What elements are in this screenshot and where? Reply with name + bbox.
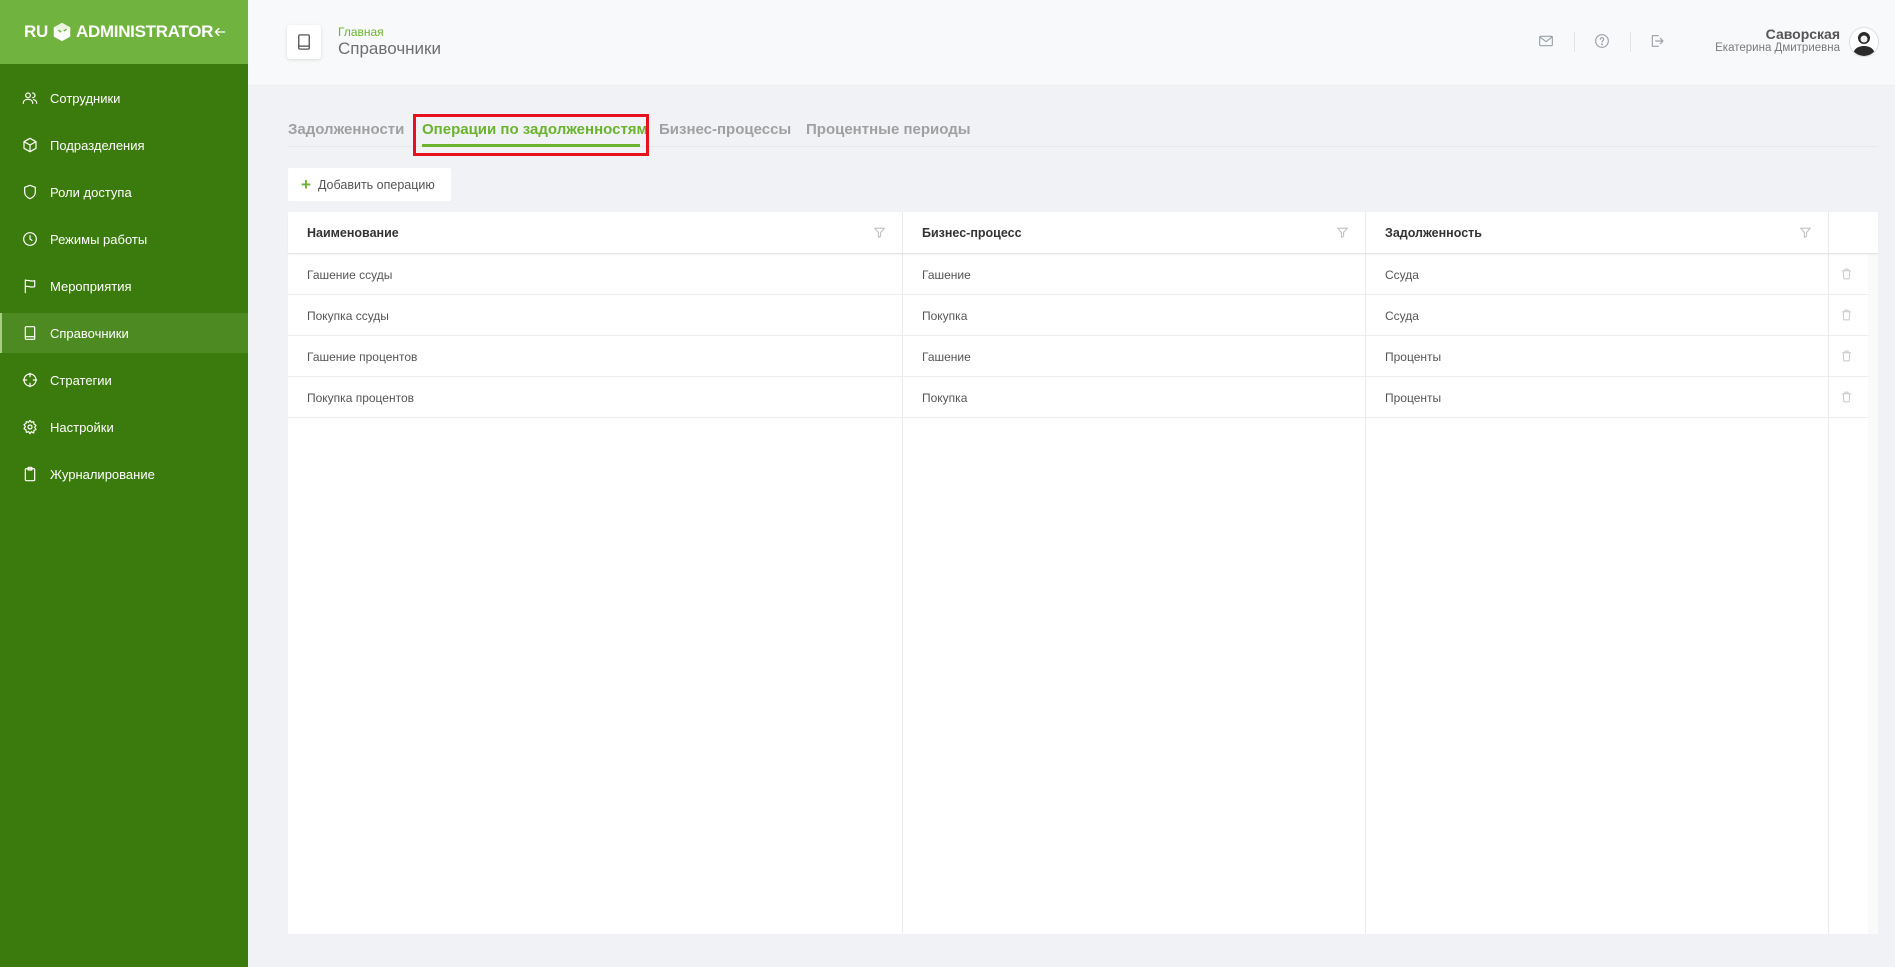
tab-interest-periods[interactable]: Процентные периоды — [806, 121, 971, 138]
sidebar-item-employees[interactable]: Сотрудники — [0, 78, 248, 118]
cell-business-process: Гашение — [922, 350, 971, 364]
help-icon[interactable] — [1594, 33, 1610, 49]
cell-debt: Проценты — [1385, 350, 1442, 364]
filter-icon[interactable] — [873, 226, 886, 239]
column-header-debt[interactable]: Задолженность — [1385, 226, 1482, 240]
gear-icon — [21, 418, 39, 436]
clipboard-icon — [21, 465, 39, 483]
logout-icon[interactable] — [1649, 33, 1665, 49]
sidebar-item-logging[interactable]: Журналирование — [0, 454, 248, 494]
box-icon — [21, 136, 39, 154]
sidebar-menu: Сотрудники Подразделения Роли доступа Ре… — [0, 64, 248, 494]
sidebar: RU ADMINISTRATOR Сотрудники Подразделени… — [0, 0, 248, 967]
cell-business-process: Покупка — [922, 391, 968, 405]
user-avatar-icon — [1850, 28, 1878, 56]
crosshair-icon — [21, 371, 39, 389]
arrow-left-icon — [214, 27, 226, 37]
cell-name: Гашение ссуды — [307, 268, 393, 282]
cell-name: Гашение процентов — [307, 350, 418, 364]
sidebar-item-settings[interactable]: Настройки — [0, 407, 248, 447]
book-icon — [21, 324, 39, 342]
users-icon — [21, 89, 39, 107]
highlight-box — [413, 114, 649, 156]
logo-cube-icon — [53, 22, 71, 42]
cell-name: Покупка процентов — [307, 391, 414, 405]
tab-business-processes[interactable]: Бизнес-процессы — [659, 121, 791, 138]
sidebar-item-label: Роли доступа — [50, 184, 132, 200]
sidebar-item-references[interactable]: Справочники — [0, 313, 248, 353]
filter-icon[interactable] — [1336, 226, 1349, 239]
delete-icon[interactable] — [1840, 267, 1853, 281]
table-row[interactable]: Гашение ссуды Гашение Ссуда — [288, 254, 1868, 295]
flag-icon — [21, 277, 39, 295]
column-header-name[interactable]: Наименование — [307, 226, 399, 240]
column-header-business-process[interactable]: Бизнес-процесс — [922, 226, 1022, 240]
sidebar-item-work-modes[interactable]: Режимы работы — [0, 219, 248, 259]
delete-icon[interactable] — [1840, 390, 1853, 404]
cell-debt: Проценты — [1385, 391, 1442, 405]
sidebar-item-label: Настройки — [50, 419, 114, 435]
user-last-name[interactable]: Саворская — [1766, 26, 1840, 42]
filter-icon[interactable] — [1799, 226, 1812, 239]
table-scrollbar[interactable] — [1868, 254, 1878, 934]
table-row[interactable]: Гашение процентов Гашение Проценты — [288, 336, 1868, 377]
sidebar-item-events[interactable]: Мероприятия — [0, 266, 248, 306]
table-header: Наименование Бизнес-процесс Задолженност… — [288, 212, 1878, 254]
sidebar-item-label: Подразделения — [50, 137, 145, 153]
operations-table: Наименование Бизнес-процесс Задолженност… — [288, 212, 1878, 934]
logo-text-right: ADMINISTRATOR — [75, 22, 214, 41]
delete-icon[interactable] — [1840, 308, 1853, 322]
cell-debt: Ссуда — [1385, 268, 1419, 282]
mail-icon[interactable] — [1538, 33, 1554, 49]
sidebar-item-access-roles[interactable]: Роли доступа — [0, 172, 248, 212]
collapse-sidebar-button[interactable] — [213, 25, 227, 39]
cell-business-process: Гашение — [922, 268, 971, 282]
user-first-names[interactable]: Екатерина Дмитриевна — [1715, 42, 1840, 54]
shield-icon — [21, 183, 39, 201]
divider — [1630, 32, 1631, 52]
cell-name: Покупка ссуды — [307, 309, 389, 323]
sidebar-item-departments[interactable]: Подразделения — [0, 125, 248, 165]
app-logo[interactable]: RU ADMINISTRATOR — [24, 21, 213, 43]
divider — [1574, 32, 1575, 52]
cell-debt: Ссуда — [1385, 309, 1419, 323]
add-operation-button[interactable]: + Добавить операцию — [288, 168, 451, 201]
sidebar-item-label: Режимы работы — [50, 231, 148, 247]
sidebar-item-label: Мероприятия — [50, 278, 132, 294]
sidebar-item-label: Справочники — [50, 325, 129, 341]
delete-icon[interactable] — [1840, 349, 1853, 363]
top-bar: Главная Справочники Саворская Екатерина … — [248, 0, 1895, 86]
plus-icon: + — [301, 175, 311, 194]
tab-debts[interactable]: Задолженности — [288, 121, 404, 138]
cell-business-process: Покупка — [922, 309, 968, 323]
logo-text-left: RU — [24, 22, 48, 41]
table-row[interactable]: Покупка процентов Покупка Проценты — [288, 377, 1868, 418]
sidebar-item-label: Журналирование — [50, 466, 155, 482]
top-actions — [248, 0, 1895, 86]
avatar[interactable] — [1849, 27, 1879, 57]
sidebar-header: RU ADMINISTRATOR — [0, 0, 248, 64]
table-row[interactable]: Покупка ссуды Покупка Ссуда — [288, 295, 1868, 336]
add-operation-label: Добавить операцию — [317, 177, 435, 192]
sidebar-item-strategies[interactable]: Стратегии — [0, 360, 248, 400]
clock-icon — [21, 230, 39, 248]
sidebar-item-label: Стратегии — [50, 372, 112, 388]
sidebar-item-label: Сотрудники — [50, 90, 121, 106]
